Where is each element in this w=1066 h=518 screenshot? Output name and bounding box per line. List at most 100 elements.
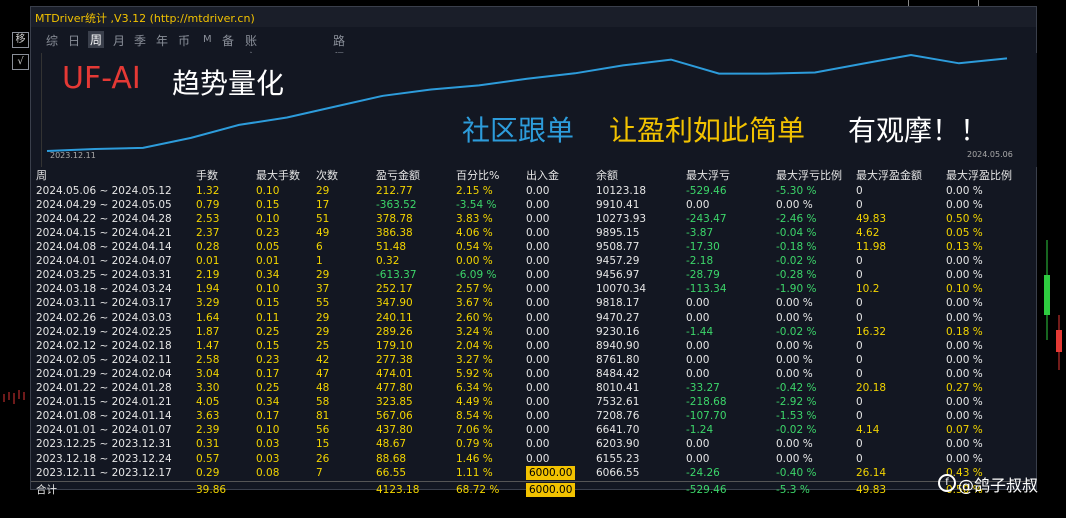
table-row[interactable]: 2024.03.25 ~ 2024.03.31 2.19 0.34 29 -613.37… xyxy=(31,268,1036,282)
cell-max-float-profit: 0 xyxy=(856,410,863,423)
tab-overview[interactable]: 综 xyxy=(46,32,58,49)
cell-max-drawdown-pct: -0.02 % xyxy=(776,325,817,338)
column-header-max-float-profit-pct[interactable]: 最大浮盈比例 xyxy=(946,169,1012,183)
cell-max-drawdown: -24.26 xyxy=(686,466,720,479)
cell-max-drawdown-pct: 0.00 % xyxy=(776,297,813,310)
cell-trades: 42 xyxy=(316,353,330,366)
table-row[interactable]: 2024.04.22 ~ 2024.04.28 2.53 0.10 51 378.78 3… xyxy=(31,212,1036,226)
column-header-max-drawdown-pct[interactable]: 最大浮亏比例 xyxy=(776,169,842,183)
cell-lots: 1.47 xyxy=(196,339,220,352)
table-row[interactable]: 2024.01.01 ~ 2024.01.07 2.39 0.10 56 437.80 7… xyxy=(31,423,1036,437)
table-row[interactable]: 2024.04.08 ~ 2024.04.14 0.28 0.05 6 51.48 0.5… xyxy=(31,240,1036,254)
cell-trades: 56 xyxy=(316,424,330,437)
move-button[interactable]: 移 xyxy=(12,32,29,48)
cell-percent: 3.24 % xyxy=(456,325,493,338)
tab-m[interactable]: M xyxy=(203,34,212,45)
cell-profit: 289.26 xyxy=(376,325,413,338)
table-row[interactable]: 2023.12.11 ~ 2023.12.17 0.29 0.08 7 66.55 1.1… xyxy=(31,465,1036,480)
tab-day[interactable]: 日 xyxy=(68,32,80,49)
table-row[interactable]: 2024.04.29 ~ 2024.05.05 0.79 0.15 17 -363.52… xyxy=(31,198,1036,212)
cell-trades: 29 xyxy=(316,311,330,324)
cell-max-float-profit: 4.14 xyxy=(856,424,880,437)
chart-end-date: 2024.05.06 xyxy=(967,150,1013,159)
cell-max-drawdown: -107.70 xyxy=(686,410,727,423)
cell-max-drawdown-pct: -0.40 % xyxy=(776,466,817,479)
cell-deposit: 0.00 xyxy=(526,311,550,324)
column-header-deposit[interactable]: 出入金 xyxy=(526,169,559,183)
title-bar[interactable]: MTDriver统计 ,V3.12 (http://mtdriver.cn) xyxy=(31,7,1036,27)
table-row[interactable]: 2024.03.18 ~ 2024.03.24 1.94 0.10 37 252.17 2… xyxy=(31,282,1036,296)
cell-max-drawdown-pct: -1.53 % xyxy=(776,410,817,423)
cell-max-drawdown: 0.00 xyxy=(686,297,710,310)
table-row[interactable]: 2024.04.01 ~ 2024.04.07 0.01 0.01 1 0.32 0.00… xyxy=(31,254,1036,268)
cell-trades: 51 xyxy=(316,212,330,225)
cell-max-float-profit: 0 xyxy=(856,396,863,409)
column-header-max-lots[interactable]: 最大手数 xyxy=(256,169,300,183)
cell-max-drawdown: 0.00 xyxy=(686,353,710,366)
cell-max-drawdown-pct: -0.18 % xyxy=(776,241,817,253)
check-button[interactable]: √ xyxy=(12,54,29,70)
total-profit: 4123.18 xyxy=(376,484,420,497)
table-row[interactable]: 2024.04.15 ~ 2024.04.21 2.37 0.23 49 386.38 4… xyxy=(31,226,1036,240)
table-row[interactable]: 2024.01.08 ~ 2024.01.14 3.63 0.17 81 567.06 8… xyxy=(31,409,1036,423)
tab-currency[interactable]: 币 xyxy=(178,32,190,49)
cell-max-float-profit-pct: 0.00 % xyxy=(946,198,983,211)
column-header-profit[interactable]: 盈亏金额 xyxy=(376,169,420,183)
tab-week[interactable]: 周 xyxy=(88,31,105,48)
cell-max-float-profit: 0 xyxy=(856,255,863,268)
cell-profit: 88.68 xyxy=(376,452,407,465)
cell-max-drawdown: 0.00 xyxy=(686,452,710,465)
table-row[interactable]: 2024.01.29 ~ 2024.02.04 3.04 0.17 47 474.01 5… xyxy=(31,367,1036,381)
cell-max-lots: 0.10 xyxy=(256,184,280,197)
cell-trades: 48 xyxy=(316,382,330,394)
cell-trades: 37 xyxy=(316,283,330,296)
column-header-trades[interactable]: 次数 xyxy=(316,169,338,183)
cell-period: 2024.01.08 ~ 2024.01.14 xyxy=(36,410,172,423)
cell-max-drawdown: 0.00 xyxy=(686,311,710,324)
cell-lots: 0.57 xyxy=(196,452,220,465)
table-row[interactable]: 2024.02.26 ~ 2024.03.03 1.64 0.11 29 240.11 2… xyxy=(31,311,1036,325)
cell-profit: 437.80 xyxy=(376,424,413,437)
cell-max-float-profit: 0 xyxy=(856,452,863,465)
cell-percent: -3.54 % xyxy=(456,198,497,211)
cell-max-drawdown-pct: -1.90 % xyxy=(776,283,817,296)
column-header-max-drawdown[interactable]: 最大浮亏 xyxy=(686,169,730,183)
column-header-max-float-profit[interactable]: 最大浮盈金额 xyxy=(856,169,922,183)
tab-month[interactable]: 月 xyxy=(113,32,125,49)
column-header-balance[interactable]: 余额 xyxy=(596,169,618,183)
cell-max-float-profit-pct: 0.13 % xyxy=(946,241,983,253)
column-header-lots[interactable]: 手数 xyxy=(196,169,218,183)
cell-percent: 6.34 % xyxy=(456,382,493,394)
cell-balance: 9508.77 xyxy=(596,241,640,253)
table-row[interactable]: 2024.02.12 ~ 2024.02.18 1.47 0.15 25 179.10 2… xyxy=(31,339,1036,353)
table-row[interactable]: 2024.05.06 ~ 2024.05.12 1.32 0.10 29 212.77 2… xyxy=(31,184,1036,198)
cell-lots: 1.32 xyxy=(196,184,220,197)
cell-max-float-profit: 16.32 xyxy=(856,325,887,338)
table-row[interactable]: 2024.02.19 ~ 2024.02.25 1.87 0.25 29 289.26 3… xyxy=(31,325,1036,339)
table-row[interactable]: 2023.12.18 ~ 2023.12.24 0.57 0.03 26 88.68 1.… xyxy=(31,452,1036,466)
table-row[interactable]: 2024.02.05 ~ 2024.02.11 2.58 0.23 42 277.38 3… xyxy=(31,353,1036,367)
table-row[interactable]: 2024.03.11 ~ 2024.03.17 3.29 0.15 55 347.90 3… xyxy=(31,296,1036,310)
cell-profit: 378.78 xyxy=(376,212,413,225)
cell-percent: 0.79 % xyxy=(456,438,493,451)
cell-balance: 6641.70 xyxy=(596,424,640,437)
cell-percent: 2.60 % xyxy=(456,311,493,324)
column-header-percent[interactable]: 百分比% xyxy=(456,169,499,183)
cell-max-drawdown-pct: 0.00 % xyxy=(776,353,813,366)
cell-trades: 55 xyxy=(316,297,330,310)
table-row[interactable]: 2024.01.22 ~ 2024.01.28 3.30 0.25 48 477.80 6… xyxy=(31,381,1036,395)
cell-max-drawdown: -17.30 xyxy=(686,241,720,253)
cell-lots: 2.39 xyxy=(196,424,220,437)
cell-max-lots: 0.05 xyxy=(256,241,280,253)
cell-lots: 2.19 xyxy=(196,269,220,282)
cell-period: 2024.03.18 ~ 2024.03.24 xyxy=(36,283,172,296)
column-header-period[interactable]: 周 xyxy=(36,169,47,183)
table-row[interactable]: 2024.01.15 ~ 2024.01.21 4.05 0.34 58 323.85 4… xyxy=(31,395,1036,409)
table-row[interactable]: 2023.12.25 ~ 2023.12.31 0.31 0.03 15 48.67 0.… xyxy=(31,437,1036,451)
cell-period: 2024.04.15 ~ 2024.04.21 xyxy=(36,226,172,239)
cell-period: 2024.01.15 ~ 2024.01.21 xyxy=(36,396,172,409)
tab-quarter[interactable]: 季 xyxy=(134,32,146,49)
tab-note[interactable]: 备 xyxy=(222,32,234,49)
tab-year[interactable]: 年 xyxy=(156,32,168,49)
cell-profit: 48.67 xyxy=(376,438,407,451)
